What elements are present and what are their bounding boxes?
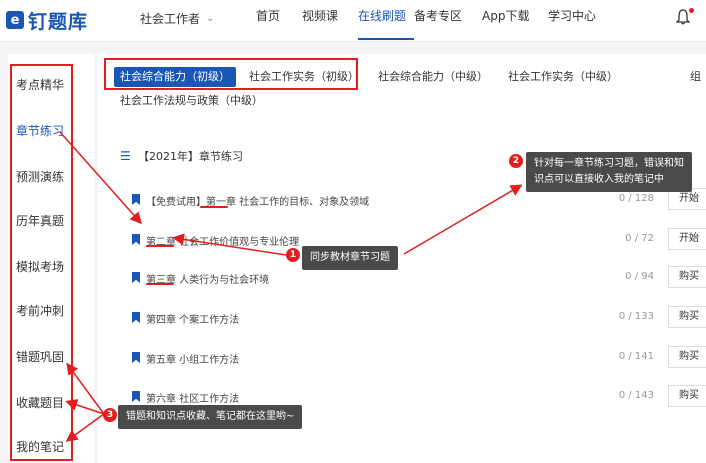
annotation-callout: 针对每一章节练习习题，错误和知 识点可以直接收入我的笔记中 bbox=[526, 152, 692, 192]
chapter-action-button[interactable]: 购买 bbox=[668, 266, 706, 288]
bookmark-icon bbox=[132, 272, 140, 283]
nav-exam-prep[interactable]: 备考专区 bbox=[414, 0, 482, 42]
tab-social-law-policy-intermediate[interactable]: 社会工作法规与政策（中级） bbox=[120, 91, 263, 111]
chapter-progress: 0 / 72 bbox=[625, 233, 654, 244]
chapter-title[interactable]: 第六章 社区工作方法 bbox=[146, 390, 239, 405]
annotation-badge: 2 bbox=[509, 154, 523, 168]
logo-mark: e bbox=[6, 11, 24, 29]
annotation-callout: 错题和知识点收藏、笔记都在这里哟~ bbox=[118, 405, 303, 429]
annotation-callout-line: 针对每一章节练习习题，错误和知 bbox=[534, 158, 684, 169]
annotation-frame-sidebar bbox=[10, 64, 73, 461]
annotation-callout: 同步教材章节习题 bbox=[302, 246, 398, 270]
logo-text: 钉题库 bbox=[28, 10, 89, 33]
logo[interactable]: e 钉题库 bbox=[6, 6, 88, 34]
bookmark-icon bbox=[132, 352, 140, 363]
section-title: ☰ 【2021年】章节练习 bbox=[120, 148, 243, 164]
tab-social-practice-intermediate[interactable]: 社会工作实务（中级） bbox=[508, 67, 618, 87]
chapter-row[interactable]: 第四章 个案工作方法 0 / 133 购买 bbox=[128, 306, 706, 330]
section-title-text: 【2021年】章节练习 bbox=[138, 150, 243, 163]
bookmark-icon bbox=[132, 234, 140, 245]
chapter-action-button[interactable]: 购买 bbox=[668, 385, 706, 407]
role-select-value: 社会工作者 bbox=[140, 12, 201, 26]
role-select[interactable]: 社会工作者 ⌄ bbox=[140, 10, 214, 27]
chapter-progress: 0 / 143 bbox=[618, 390, 654, 401]
bookmark-icon bbox=[132, 391, 140, 402]
bookmark-icon bbox=[132, 312, 140, 323]
main-nav: 首页 视频课 在线刷题 备考专区 App下载 学习中心 bbox=[256, 0, 604, 42]
nav-learning-center[interactable]: 学习中心 bbox=[548, 0, 604, 42]
tab-overflow[interactable]: 组 bbox=[690, 67, 706, 87]
annotation-underline bbox=[200, 206, 228, 208]
annotation-underline bbox=[146, 245, 174, 247]
nav-online-practice[interactable]: 在线刷题 bbox=[358, 0, 414, 42]
chapter-progress: 0 / 94 bbox=[625, 271, 654, 282]
nav-app-download[interactable]: App下载 bbox=[482, 0, 548, 42]
chapter-progress: 0 / 133 bbox=[618, 311, 654, 322]
chapter-row[interactable]: 【免费试用】第一章 社会工作的目标、对象及领域 0 / 128 开始 bbox=[128, 188, 706, 212]
chapter-title[interactable]: 第四章 个案工作方法 bbox=[146, 311, 239, 326]
annotation-badge: 1 bbox=[286, 248, 300, 262]
chapter-row[interactable]: 第五章 小组工作方法 0 / 141 购买 bbox=[128, 346, 706, 370]
nav-video[interactable]: 视频课 bbox=[302, 0, 358, 42]
chapter-progress: 0 / 141 bbox=[618, 351, 654, 362]
bookmark-icon bbox=[132, 194, 140, 205]
chapter-row[interactable]: 第二章 社会工作价值观与专业伦理 0 / 72 开始 bbox=[128, 228, 706, 252]
chapter-progress: 0 / 128 bbox=[618, 193, 654, 204]
chapter-title[interactable]: 【免费试用】第一章 社会工作的目标、对象及领域 bbox=[146, 193, 369, 208]
notification-dot bbox=[689, 8, 694, 13]
chapter-action-button[interactable]: 开始 bbox=[668, 228, 706, 250]
chevron-down-icon: ⌄ bbox=[206, 13, 215, 24]
top-navigation-bar: e 钉题库 社会工作者 ⌄ 首页 视频课 在线刷题 备考专区 App下载 学习中… bbox=[0, 0, 706, 42]
annotation-underline bbox=[146, 283, 174, 285]
chapter-row[interactable]: 第三章 人类行为与社会环境 0 / 94 购买 bbox=[128, 266, 706, 290]
annotation-badge: 3 bbox=[103, 408, 117, 422]
annotation-frame-tabs bbox=[104, 58, 358, 90]
chapter-action-button[interactable]: 购买 bbox=[668, 306, 706, 328]
list-icon: ☰ bbox=[120, 149, 131, 163]
tab-social-comprehensive-intermediate[interactable]: 社会综合能力（中级） bbox=[378, 67, 488, 87]
chapter-action-button[interactable]: 购买 bbox=[668, 346, 706, 368]
bell-icon[interactable] bbox=[676, 9, 690, 25]
chapter-title[interactable]: 第五章 小组工作方法 bbox=[146, 351, 239, 366]
nav-home[interactable]: 首页 bbox=[256, 0, 302, 42]
annotation-callout-line: 识点可以直接收入我的笔记中 bbox=[534, 174, 664, 185]
